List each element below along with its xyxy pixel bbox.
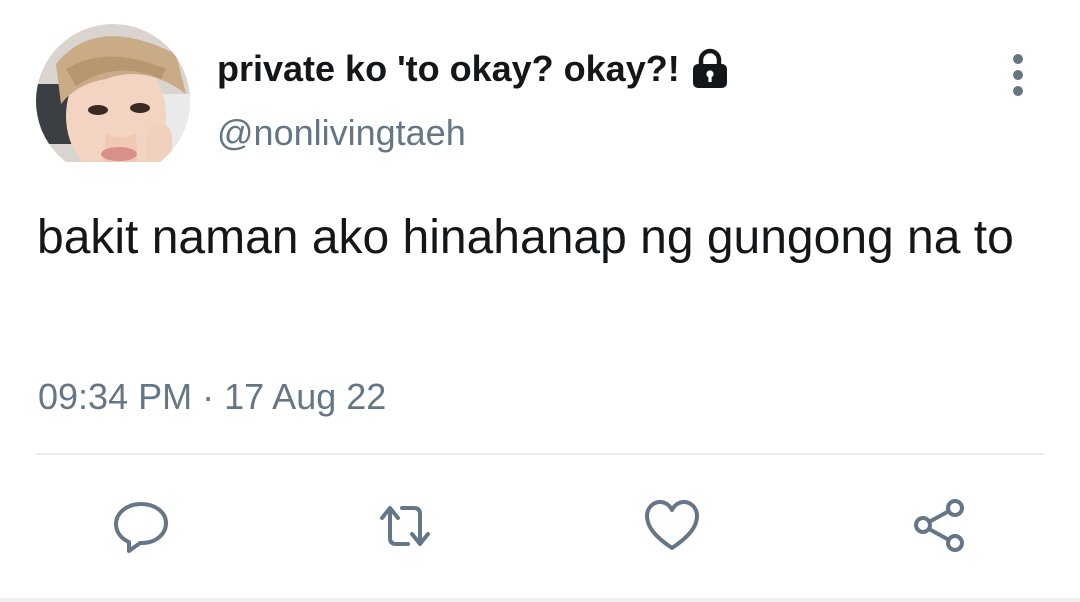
heart-icon xyxy=(645,500,699,550)
share-button[interactable] xyxy=(909,496,969,556)
tweet-text: bakit naman ako hinahanap ng gungong na … xyxy=(37,211,1014,264)
share-icon xyxy=(914,499,964,552)
profile-photo xyxy=(36,24,190,178)
like-button[interactable] xyxy=(642,496,702,556)
timestamp[interactable]: 09:34 PM · 17 Aug 22 xyxy=(38,374,386,420)
lock-icon xyxy=(690,48,730,90)
author-handle[interactable]: @nonlivingtaeh xyxy=(217,110,466,156)
display-name[interactable]: private ko 'to okay? okay?! xyxy=(217,46,680,92)
author-row: private ko 'to okay? okay?! xyxy=(217,46,730,92)
retweet-icon xyxy=(380,506,430,546)
timestamp-separator: · xyxy=(202,376,215,417)
tweet-date: 17 Aug 22 xyxy=(224,376,387,417)
more-vertical-icon xyxy=(1013,54,1023,96)
reply-icon xyxy=(114,502,168,553)
retweet-button[interactable] xyxy=(375,496,435,556)
divider xyxy=(36,453,1044,455)
avatar[interactable] xyxy=(36,24,190,178)
reply-button[interactable] xyxy=(111,496,171,556)
more-options-button[interactable] xyxy=(998,50,1038,100)
tweet-time: 09:34 PM xyxy=(38,376,193,417)
bottom-divider xyxy=(0,598,1080,602)
